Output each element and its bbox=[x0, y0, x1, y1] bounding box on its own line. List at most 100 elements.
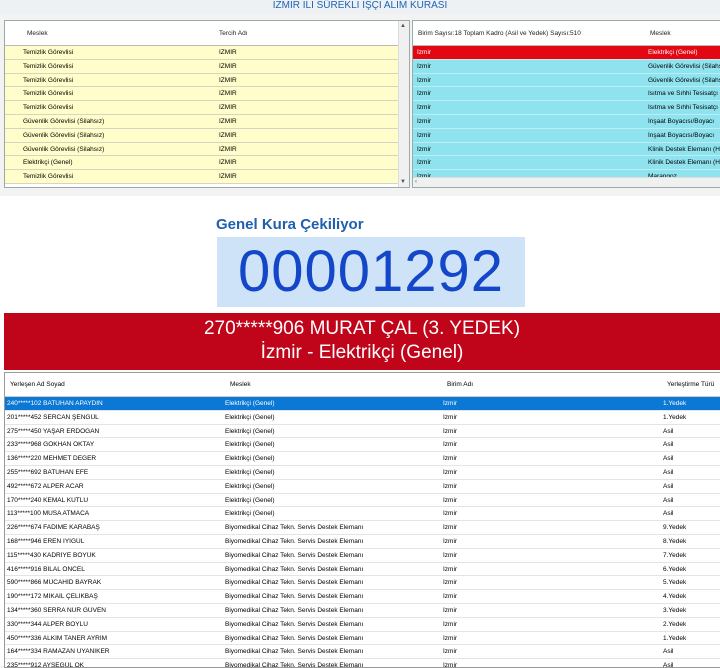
cell-birim: İzmir bbox=[443, 620, 458, 628]
cell-birim: İzmir bbox=[417, 49, 432, 56]
table-row[interactable]: 255*****692 BATUHAN EFE Elektrikçi (Genel… bbox=[5, 466, 720, 480]
cell-tur: Asil bbox=[663, 427, 674, 435]
col-header-meslek[interactable]: Meslek bbox=[27, 30, 48, 37]
cell-name: 275*****450 YAŞAR ERDOĞAN bbox=[7, 427, 100, 435]
table-row[interactable]: 115*****430 KADRİYE BÖYÜK Biyomedikal Cih… bbox=[5, 549, 720, 563]
cell-name: 164*****334 RAMAZAN UYANIKER bbox=[7, 648, 110, 656]
table-row[interactable]: 235*****912 AYŞEGÜL OK Biyomedikal Cihaz … bbox=[5, 659, 720, 668]
table-row[interactable]: 226*****674 FADİME KARABAŞ Biyomedikal Ci… bbox=[5, 521, 720, 535]
table-row[interactable]: İzmir İnşaat Boyacısı/Boyacı bbox=[413, 114, 720, 129]
table-row[interactable]: 416*****916 BİLAL ÖNCEL Biyomedikal Cihaz… bbox=[5, 563, 720, 577]
cell-meslek: Biyomedikal Cihaz Tekn. Servis Destek El… bbox=[225, 648, 364, 656]
cell-meslek: Güvenlik Görevlisi (Silahsız) bbox=[23, 145, 105, 153]
cell-meslek: Klinik Destek Elemanı (Hasta bbox=[648, 145, 720, 153]
cell-meslek: Biyomedikal Cihaz Tekn. Servis Destek El… bbox=[225, 579, 364, 587]
cell-birim: İzmir bbox=[443, 551, 458, 559]
cell-tur: Asil bbox=[663, 662, 674, 668]
cell-tur: 1.Yedek bbox=[663, 634, 687, 642]
table-row[interactable]: Güvenlik Görevlisi (Silahsız) İZMİR bbox=[5, 128, 409, 143]
cell-birim: İzmir bbox=[417, 76, 432, 84]
col-header-meslek[interactable]: Meslek bbox=[230, 381, 251, 388]
scroll-left-icon[interactable]: ‹ bbox=[415, 179, 417, 185]
cell-tercih: İZMİR bbox=[219, 62, 237, 70]
cell-meslek: Temizlik Görevlisi bbox=[23, 90, 74, 98]
results-grid[interactable]: Yerleşen Ad Soyad Meslek Birim Adı Yerle… bbox=[4, 372, 720, 668]
table-row[interactable]: Temizlik Görevlisi İZMİR bbox=[5, 73, 409, 88]
left-quota-grid[interactable]: Meslek Tercih Adı Temizlik Görevlisi İZMİ… bbox=[4, 20, 410, 188]
col-header-tercih[interactable]: Tercih Adı bbox=[219, 30, 248, 37]
cell-birim: İzmir bbox=[443, 496, 458, 504]
table-row[interactable]: İzmir Klinik Destek Elemanı (Hasta bbox=[413, 156, 720, 171]
table-row[interactable]: 134*****360 SERRA NUR GÜVEN Biyomedikal C… bbox=[5, 604, 720, 618]
table-row[interactable]: 168*****946 EREN IYIGÜL Biyomedikal Cihaz… bbox=[5, 535, 720, 549]
col-header-birim[interactable]: Birim Adı bbox=[447, 381, 473, 388]
table-row[interactable]: 240*****102 BATUHAN APAYDIN Elektrikçi (G… bbox=[5, 397, 720, 411]
col-header-name[interactable]: Yerleşen Ad Soyad bbox=[10, 381, 65, 388]
table-row[interactable]: Güvenlik Görevlisi (Silahsız) İZMİR bbox=[5, 114, 409, 129]
table-row[interactable]: 590*****866 MÜCAHİD BAYRAK Biyomedikal Ci… bbox=[5, 576, 720, 591]
cell-tur: Asil bbox=[663, 468, 674, 476]
cell-name: 201*****452 SERCAN ŞENGÜL bbox=[7, 413, 99, 421]
cell-meslek: Elektrikçi (Genel) bbox=[225, 468, 275, 476]
cell-name: 416*****916 BİLAL ÖNCEL bbox=[7, 565, 85, 573]
cell-meslek: Temizlik Görevlisi bbox=[23, 173, 74, 181]
table-row[interactable]: İzmir Isıtma ve Sıhhi Tesisatçı bbox=[413, 87, 720, 102]
table-row[interactable]: 450*****336 ALKIM TANER AYRIM Biyomedikal… bbox=[5, 632, 720, 646]
right-unit-grid[interactable]: Birim Sayısı:18 Toplam Kadro (Asil ve Ye… bbox=[412, 20, 720, 188]
table-row[interactable]: İzmir Klinik Destek Elemanı (Hasta bbox=[413, 142, 720, 157]
cell-tur: Asil bbox=[663, 496, 674, 504]
table-row[interactable]: İzmir Isıtma ve Sıhhi Tesisatçı bbox=[413, 101, 720, 115]
cell-meslek: Biyomedikal Cihaz Tekn. Servis Destek El… bbox=[225, 537, 364, 545]
page-title: İZMİR İLİ SÜREKLİ İŞÇİ ALIM KURASI bbox=[0, 0, 720, 14]
table-row[interactable]: 275*****450 YAŞAR ERDOĞAN Elektrikçi (Gen… bbox=[5, 425, 720, 439]
cell-meslek: Güvenlik Görevlisi (Silahsız) bbox=[648, 76, 720, 84]
cell-birim: İzmir bbox=[443, 537, 458, 545]
table-row[interactable]: 492*****672 ALPER ACAR Elektrikçi (Genel)… bbox=[5, 480, 720, 494]
cell-birim: İzmir bbox=[443, 524, 458, 532]
scroll-up-icon[interactable]: ▲ bbox=[400, 23, 406, 29]
table-row[interactable]: 113*****100 MUSA ATMACA Elektrikçi (Genel… bbox=[5, 507, 720, 522]
cell-birim: İzmir bbox=[417, 117, 432, 125]
cell-tercih: İZMİR bbox=[219, 159, 237, 167]
results-grid-body: 240*****102 BATUHAN APAYDIN Elektrikçi (G… bbox=[5, 397, 720, 668]
right-grid-header: Birim Sayısı:18 Toplam Kadro (Asil ve Ye… bbox=[413, 21, 720, 46]
table-row[interactable]: 164*****334 RAMAZAN UYANIKER Biyomedikal … bbox=[5, 645, 720, 660]
table-row[interactable]: Güvenlik Görevlisi (Silahsız) İZMİR bbox=[5, 142, 409, 157]
table-row[interactable]: İzmir Elektrikçi (Genel) bbox=[413, 46, 720, 60]
table-row[interactable]: İzmir İnşaat Boyacısı/Boyacı bbox=[413, 128, 720, 143]
table-row[interactable]: İzmir Güvenlik Görevlisi (Silahsız) bbox=[413, 73, 720, 88]
cell-birim: İzmir bbox=[417, 62, 432, 70]
col-header-meslek[interactable]: Meslek bbox=[650, 30, 671, 37]
col-header-tur[interactable]: Yerleştirme Türü bbox=[667, 381, 714, 388]
left-vertical-scrollbar[interactable]: ▲ ▼ bbox=[398, 21, 409, 187]
table-row[interactable]: 201*****452 SERCAN ŞENGÜL Elektrikçi (Gen… bbox=[5, 411, 720, 425]
table-row[interactable]: 190*****172 MİKAİL ÇELİKBAŞ Biyomedikal C… bbox=[5, 590, 720, 604]
col-header-birim[interactable]: Birim Sayısı:18 Toplam Kadro (Asil ve Ye… bbox=[418, 30, 581, 37]
table-row[interactable]: Elektrikçi (Genel) İZMİR bbox=[5, 156, 409, 171]
table-row[interactable]: 330*****344 ALPER BOYLU Biyomedikal Cihaz… bbox=[5, 618, 720, 632]
table-row[interactable]: Temizlik Görevlisi İZMİR bbox=[5, 87, 409, 102]
table-row[interactable]: 233*****968 GÖKHAN OKTAY Elektrikçi (Gene… bbox=[5, 438, 720, 453]
table-row[interactable]: Temizlik Görevlisi İZMİR bbox=[5, 46, 409, 60]
winner-banner: 270*****906 MURAT ÇAL (3. YEDEK) İzmir -… bbox=[4, 313, 720, 370]
cell-birim: İzmir bbox=[417, 90, 432, 98]
cell-birim: İzmir bbox=[443, 427, 458, 435]
table-row[interactable]: 136*****220 MEHMET DEĞER Elektrikçi (Gene… bbox=[5, 452, 720, 466]
cell-meslek: Biyomedikal Cihaz Tekn. Servis Destek El… bbox=[225, 551, 364, 559]
cell-tur: 2.Yedek bbox=[663, 620, 687, 628]
table-row[interactable]: Temizlik Görevlisi İZMİR bbox=[5, 170, 409, 184]
table-row[interactable]: Temizlik Görevlisi İZMİR bbox=[5, 59, 409, 74]
table-row[interactable]: Temizlik Görevlisi İZMİR bbox=[5, 101, 409, 115]
cell-meslek: Temizlik Görevlisi bbox=[23, 104, 74, 112]
cell-tur: 5.Yedek bbox=[663, 579, 687, 587]
cell-tur: Asil bbox=[663, 510, 674, 518]
right-horizontal-scrollbar[interactable]: ‹ bbox=[413, 177, 720, 187]
cell-tercih: İZMİR bbox=[219, 145, 237, 153]
cell-tur: 7.Yedek bbox=[663, 551, 687, 559]
cell-tercih: İZMİR bbox=[219, 117, 237, 125]
table-row[interactable]: İzmir Güvenlik Görevlisi (Silahsız) bbox=[413, 59, 720, 74]
cell-tur: 8.Yedek bbox=[663, 537, 687, 545]
scroll-down-icon[interactable]: ▼ bbox=[400, 179, 406, 185]
table-row[interactable]: 170*****240 KEMAL KUTLU Elektrikçi (Genel… bbox=[5, 494, 720, 508]
cell-name: 115*****430 KADRİYE BÖYÜK bbox=[7, 551, 96, 559]
